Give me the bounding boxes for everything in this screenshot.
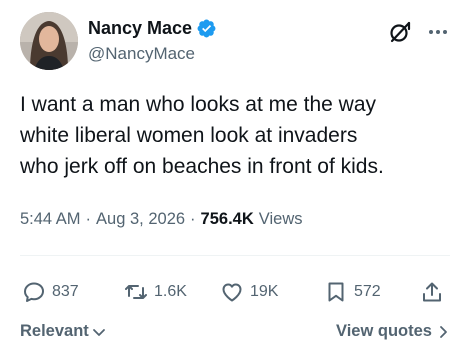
- reply-icon: [24, 282, 44, 302]
- like-count: 19K: [250, 283, 279, 300]
- bookmark-icon: [328, 282, 344, 302]
- repost-icon: [125, 285, 147, 299]
- views-count[interactable]: 756.4K: [201, 210, 254, 229]
- repost-button[interactable]: 1.6K: [124, 278, 187, 306]
- divider: [20, 255, 450, 256]
- bookmark-button[interactable]: 572: [324, 278, 381, 306]
- meta-separator: ·: [85, 210, 92, 228]
- chevron-down-icon: [92, 328, 105, 336]
- share-button[interactable]: [420, 278, 444, 306]
- verified-badge-icon[interactable]: [196, 18, 217, 39]
- like-button[interactable]: 19K: [220, 278, 278, 306]
- sort-label: Relevant: [20, 322, 89, 340]
- chevron-right-icon: [440, 325, 447, 338]
- reply-count: 837: [52, 283, 79, 300]
- sort-dropdown[interactable]: Relevant: [20, 322, 107, 341]
- tweet-meta: 5:44 AM · Aug 3, 2026 · 756.4K Views: [20, 210, 302, 229]
- grok-icon[interactable]: [388, 20, 412, 44]
- display-name[interactable]: Nancy Mace: [88, 18, 192, 39]
- tweet-text: I want a man who looks at me the way whi…: [20, 93, 384, 178]
- author-names: Nancy Mace @NancyMace: [88, 16, 217, 64]
- tweet-time[interactable]: 5:44 AM: [20, 210, 81, 229]
- meta-separator: ·: [190, 210, 196, 228]
- bookmark-count: 572: [354, 283, 381, 300]
- action-bar: 837 1.6K 19K 572: [22, 278, 452, 306]
- views-label: Views: [258, 210, 303, 228]
- share-icon: [423, 282, 441, 302]
- tweet-date[interactable]: Aug 3, 2026: [96, 210, 185, 229]
- avatar[interactable]: [20, 12, 78, 70]
- heart-icon: [222, 283, 242, 302]
- author-handle[interactable]: @NancyMace: [88, 44, 217, 64]
- tweet-header: Nancy Mace @NancyMace: [20, 12, 450, 74]
- view-quotes-link[interactable]: View quotes: [336, 322, 450, 341]
- reply-button[interactable]: 837: [22, 278, 79, 306]
- repost-count: 1.6K: [154, 283, 187, 300]
- view-quotes-label: View quotes: [336, 322, 432, 340]
- replies-footer: Relevant View quotes: [20, 322, 450, 344]
- more-icon[interactable]: [426, 20, 450, 44]
